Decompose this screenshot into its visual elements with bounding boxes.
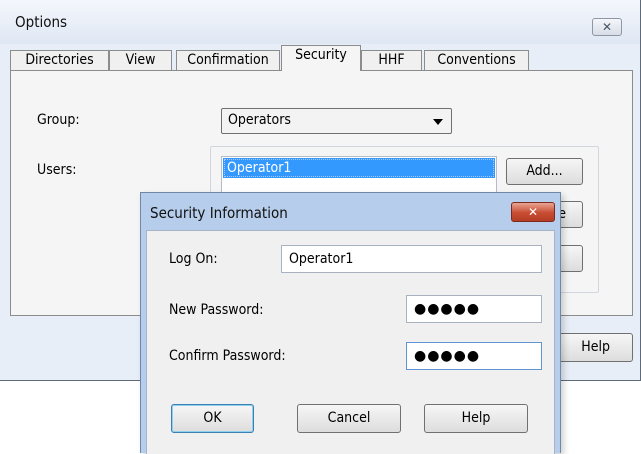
group-select-value: Operators xyxy=(228,112,291,128)
cancel-button[interactable]: Cancel xyxy=(297,404,401,433)
options-titlebar[interactable]: Options ✕ xyxy=(0,0,640,44)
tab-hhf[interactable]: HHF xyxy=(361,50,422,71)
help-button[interactable]: Help xyxy=(424,404,528,433)
tab-confirmation[interactable]: Confirmation xyxy=(176,50,280,71)
new-password-field[interactable]: ●●●●● xyxy=(406,295,542,323)
tab-directories[interactable]: Directories xyxy=(10,50,109,71)
chevron-down-icon xyxy=(433,119,443,125)
security-dialog-title: Security Information xyxy=(150,204,288,222)
logon-label: Log On: xyxy=(169,251,218,267)
tab-security[interactable]: Security xyxy=(281,45,361,71)
new-password-label: New Password: xyxy=(169,302,264,318)
add-user-button[interactable]: Add... xyxy=(506,158,583,185)
security-information-dialog: Security Information ✕ Log On: Operator1… xyxy=(140,192,561,454)
users-label: Users: xyxy=(37,162,77,178)
group-label: Group: xyxy=(37,112,80,128)
logon-field[interactable]: Operator1 xyxy=(281,245,542,273)
group-select[interactable]: Operators xyxy=(221,108,452,134)
tab-strip: Directories View Confirmation Security H… xyxy=(0,44,640,71)
tab-conventions[interactable]: Conventions xyxy=(424,50,529,71)
close-icon[interactable]: ✕ xyxy=(511,202,555,222)
tab-view[interactable]: View xyxy=(109,50,172,71)
list-item[interactable]: Operator1 xyxy=(223,158,495,178)
confirm-password-field[interactable]: ●●●●● xyxy=(406,342,542,370)
options-title: Options xyxy=(15,13,68,31)
confirm-password-label: Confirm Password: xyxy=(169,348,286,364)
ok-button[interactable]: OK xyxy=(171,404,254,433)
options-help-button[interactable]: Help xyxy=(555,333,633,362)
options-close-icon[interactable]: ✕ xyxy=(592,18,622,36)
security-dialog-body: Log On: Operator1 New Password: ●●●●● Co… xyxy=(146,230,555,454)
